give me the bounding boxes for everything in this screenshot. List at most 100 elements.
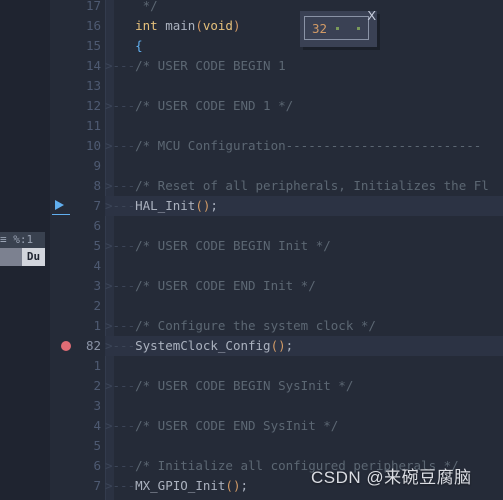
code-token-comment: /* USER CODE BEGIN SysInit */ <box>135 378 354 393</box>
line-number: 2 <box>93 298 101 313</box>
line-number: 9 <box>93 158 101 173</box>
line-number: 7 <box>93 478 101 493</box>
indent-marker: >--- <box>105 178 136 193</box>
code-line[interactable]: >---SystemClock_Config(); <box>105 336 503 356</box>
indent-marker: >--- <box>105 198 136 213</box>
line-number: 8 <box>93 178 101 193</box>
code-line[interactable]: >---/* USER CODE BEGIN 2 */ <box>105 496 503 500</box>
code-token-type: int <box>135 18 158 33</box>
line-number: 4 <box>93 418 101 433</box>
status-segment-label: Du <box>22 248 45 266</box>
code-line[interactable]: >---/* USER CODE BEGIN 1 <box>105 56 503 76</box>
indent-marker: >--- <box>105 478 136 493</box>
indent-marker: >--- <box>105 238 136 253</box>
left-status-widget-bottom: Du <box>0 248 45 266</box>
breakpoint-dot-icon[interactable] <box>61 341 71 351</box>
play-triangle-icon <box>55 200 64 210</box>
line-number: 4 <box>93 258 101 273</box>
code-line[interactable] <box>105 436 503 456</box>
line-number: 8 <box>49 496 101 500</box>
line-number: 5 <box>93 238 101 253</box>
line-number: 6 <box>93 458 101 473</box>
line-number: 1 <box>93 318 101 333</box>
code-token-comment: /* USER CODE END Init */ <box>135 278 316 293</box>
code-token-paren: ) <box>232 18 241 33</box>
code-token-paren: () <box>195 198 211 213</box>
code-token-op: ; <box>210 198 218 213</box>
left-status-widget-top: ≡ %:1 <box>0 232 45 248</box>
popup-indicator-dot-1-icon <box>336 27 340 30</box>
line-number-gutter[interactable]: 1716151413121110987654321821234567891011… <box>50 0 105 500</box>
line-number: 6 <box>93 218 101 233</box>
line-number: 1 <box>93 358 101 373</box>
status-segment-grey <box>0 248 22 266</box>
code-line[interactable] <box>105 216 503 236</box>
code-token-paren: () <box>270 338 286 353</box>
code-token-comment: /* USER CODE BEGIN Init */ <box>135 238 331 253</box>
code-line[interactable] <box>105 296 503 316</box>
line-number: 12 <box>85 98 101 113</box>
code-line[interactable] <box>105 76 503 96</box>
code-token-fn: main <box>165 18 196 33</box>
watermark-text: CSDN @来碗豆腐脑 <box>311 468 472 487</box>
indent-marker: >--- <box>105 98 136 113</box>
code-line[interactable] <box>105 356 503 376</box>
code-editor-window: 1716151413121110987654321821234567891011… <box>0 0 503 500</box>
code-line[interactable]: >---/* USER CODE BEGIN SysInit */ <box>105 376 503 396</box>
line-number: 11 <box>85 118 101 133</box>
popup-indicator-dot-2-icon <box>357 27 361 30</box>
code-line[interactable]: >---HAL_Init(); <box>105 196 503 216</box>
code-line[interactable]: >---/* USER CODE END SysInit */ <box>105 416 503 436</box>
line-number: 16 <box>85 18 101 33</box>
execution-pointer-icon[interactable] <box>52 197 70 215</box>
code-line[interactable] <box>105 396 503 416</box>
code-line[interactable] <box>105 156 503 176</box>
code-token-comment: /* Reset of all peripherals, Initializes… <box>135 178 489 193</box>
line-number: 10 <box>85 138 101 153</box>
indent-marker: >--- <box>105 58 136 73</box>
line-number: 5 <box>93 438 101 453</box>
code-token-op: ; <box>240 478 249 493</box>
code-line[interactable]: >---/* Reset of all peripherals, Initial… <box>105 176 503 196</box>
code-line[interactable] <box>105 116 503 136</box>
code-token-paren: ( <box>195 18 203 33</box>
code-text-area[interactable]: */ int main(void) {>---/* USER CODE BEGI… <box>105 0 503 500</box>
code-line[interactable]: >---/* USER CODE END 1 */ <box>105 96 503 116</box>
line-number: 3 <box>93 398 101 413</box>
code-token-fn: SystemClock_Config <box>135 338 271 353</box>
code-token-comment: /* MCU Configuration--------------------… <box>135 138 482 153</box>
code-line[interactable]: >---/* MCU Configuration----------------… <box>105 136 503 156</box>
indent-marker: >--- <box>105 318 136 333</box>
indent-marker: >--- <box>105 338 136 353</box>
code-line[interactable]: >---/* USER CODE END Init */ <box>105 276 503 296</box>
line-number: 82 <box>85 338 101 353</box>
line-number: 17 <box>85 0 101 13</box>
value-inspect-popup[interactable]: 32 X <box>300 9 377 47</box>
code-line[interactable] <box>105 256 503 276</box>
line-number: 13 <box>85 78 101 93</box>
code-token-comment: /* USER CODE END 1 */ <box>135 98 294 113</box>
indent-marker: >--- <box>105 138 136 153</box>
code-token-paren: () <box>225 478 241 493</box>
indent-marker: >--- <box>105 278 136 293</box>
close-icon[interactable]: X <box>367 9 376 23</box>
code-token-fn: MX_GPIO_Init <box>135 478 226 493</box>
code-token-comment: */ <box>135 0 158 13</box>
code-token-comment: /* USER CODE END SysInit */ <box>135 418 339 433</box>
code-line[interactable]: >---/* USER CODE BEGIN Init */ <box>105 236 503 256</box>
code-token-op: ; <box>285 338 294 353</box>
value-inspect-popup-body: 32 <box>304 16 369 40</box>
code-line[interactable]: >---/* Configure the system clock */ <box>105 316 503 336</box>
indent-marker: >--- <box>105 378 136 393</box>
